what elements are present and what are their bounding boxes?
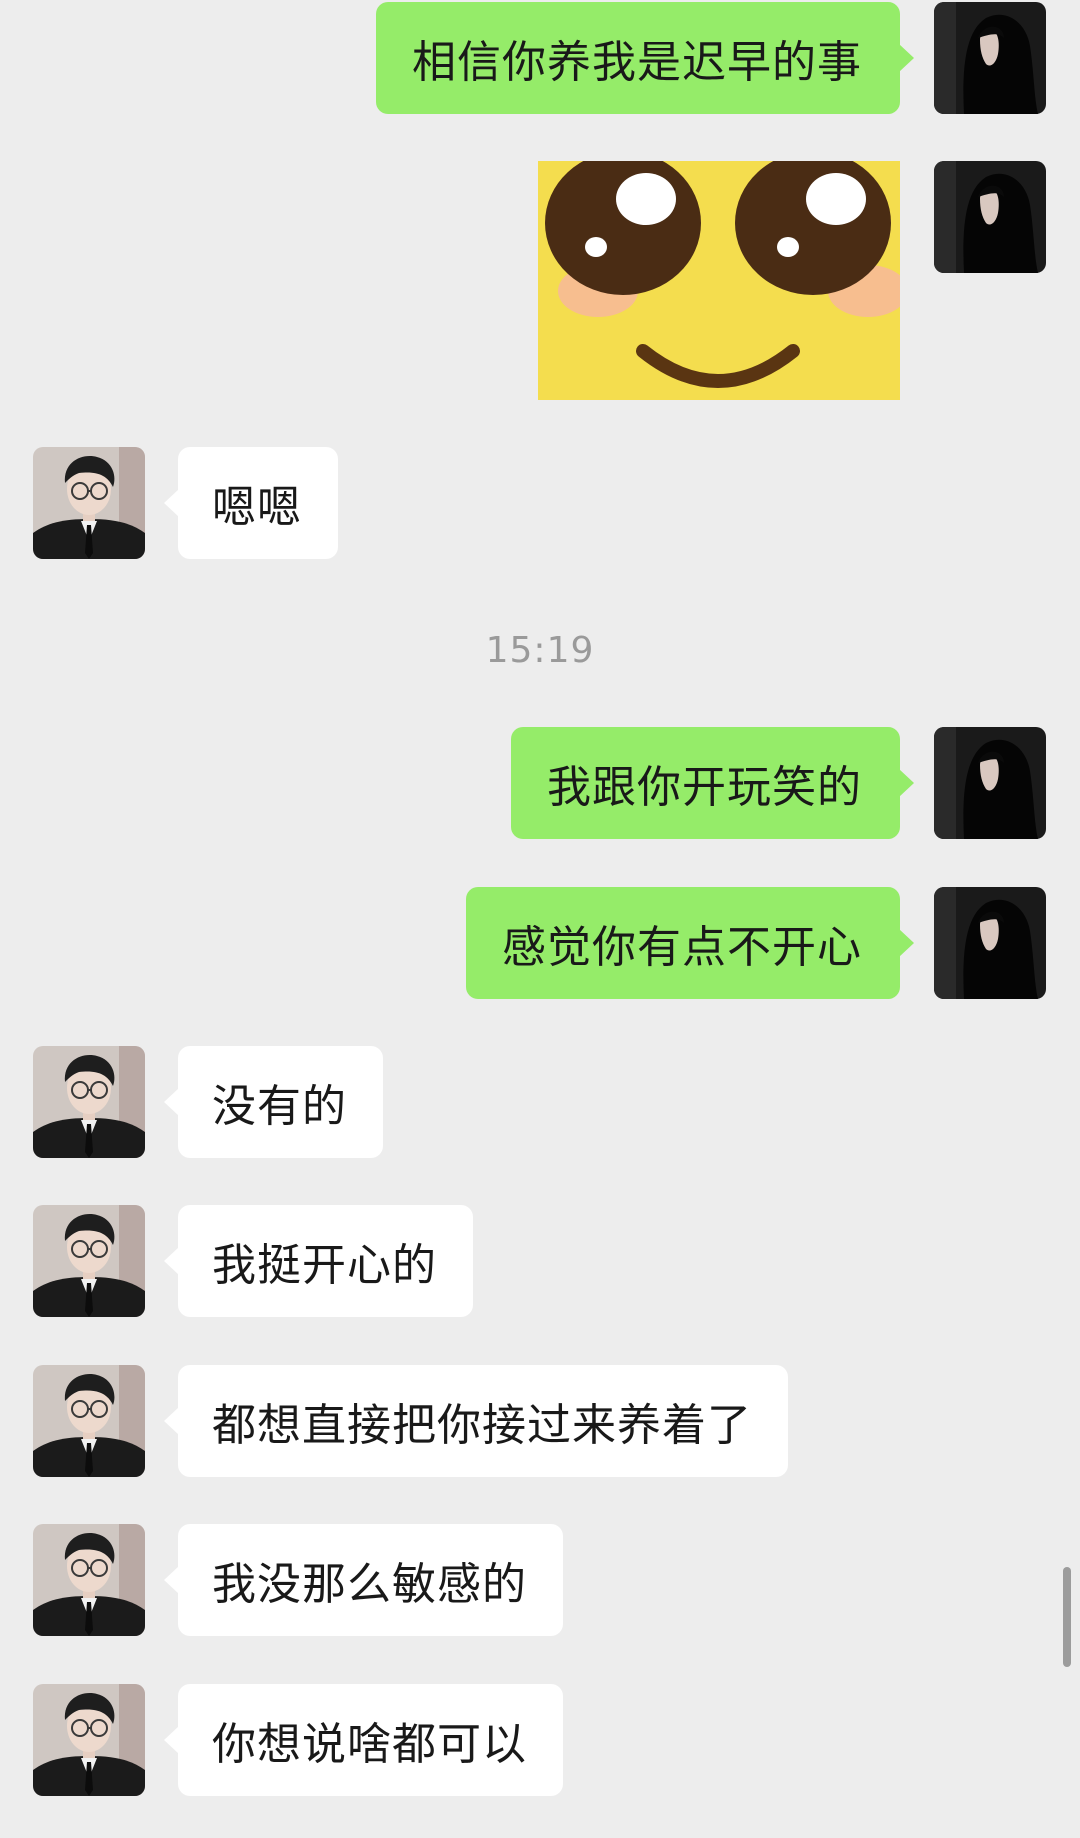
message-text: 相信你养我是迟早的事: [412, 37, 862, 88]
avatar-man-in-suit-glasses-icon: [33, 1365, 145, 1477]
avatar-dark-hair-girl-icon: [934, 2, 1046, 114]
peer-avatar[interactable]: [33, 1365, 145, 1477]
message-text: 我没那么敏感的: [212, 1559, 527, 1610]
smiling-yellow-face-icon: [538, 161, 900, 400]
my-avatar[interactable]: [934, 727, 1046, 839]
incoming-message-bubble[interactable]: 你想说啥都可以: [164, 1684, 563, 1796]
time-divider: 15:19: [485, 630, 595, 671]
message-text: 没有的: [212, 1081, 347, 1132]
message-text: 感觉你有点不开心: [502, 922, 862, 973]
outgoing-message-bubble[interactable]: 我跟你开玩笑的: [511, 727, 914, 839]
peer-avatar[interactable]: [33, 447, 145, 559]
avatar-dark-hair-girl-icon: [934, 161, 1046, 273]
avatar-man-in-suit-glasses-icon: [33, 1046, 145, 1158]
avatar-man-in-suit-glasses-icon: [33, 1524, 145, 1636]
avatar-man-in-suit-glasses-icon: [33, 1684, 145, 1796]
scrollbar-thumb[interactable]: [1063, 1567, 1071, 1667]
my-avatar[interactable]: [934, 161, 1046, 273]
avatar-man-in-suit-glasses-icon: [33, 1205, 145, 1317]
peer-avatar[interactable]: [33, 1046, 145, 1158]
peer-avatar[interactable]: [33, 1684, 145, 1796]
avatar-man-in-suit-glasses-icon: [33, 447, 145, 559]
peer-avatar[interactable]: [33, 1205, 145, 1317]
incoming-message-bubble[interactable]: 没有的: [164, 1046, 383, 1158]
sticker-message[interactable]: [538, 161, 900, 400]
avatar-dark-hair-girl-icon: [934, 727, 1046, 839]
message-text: 我跟你开玩笑的: [547, 762, 862, 813]
incoming-message-bubble[interactable]: 我挺开心的: [164, 1205, 473, 1317]
outgoing-message-bubble[interactable]: 感觉你有点不开心: [466, 887, 914, 999]
message-text: 我挺开心的: [212, 1240, 437, 1291]
chat-area[interactable]: 相信你养我是迟早的事 嗯嗯 15:19 我跟你开玩笑的 感觉你有点不开心 没有的…: [0, 0, 1080, 1838]
incoming-message-bubble[interactable]: 都想直接把你接过来养着了: [164, 1365, 788, 1477]
avatar-dark-hair-girl-icon: [934, 887, 1046, 999]
outgoing-message-bubble[interactable]: 相信你养我是迟早的事: [376, 2, 914, 114]
message-text: 你想说啥都可以: [212, 1719, 527, 1770]
message-text: 嗯嗯: [212, 482, 302, 533]
message-text: 都想直接把你接过来养着了: [212, 1400, 752, 1451]
my-avatar[interactable]: [934, 2, 1046, 114]
incoming-message-bubble[interactable]: 我没那么敏感的: [164, 1524, 563, 1636]
peer-avatar[interactable]: [33, 1524, 145, 1636]
incoming-message-bubble[interactable]: 嗯嗯: [164, 447, 338, 559]
my-avatar[interactable]: [934, 887, 1046, 999]
